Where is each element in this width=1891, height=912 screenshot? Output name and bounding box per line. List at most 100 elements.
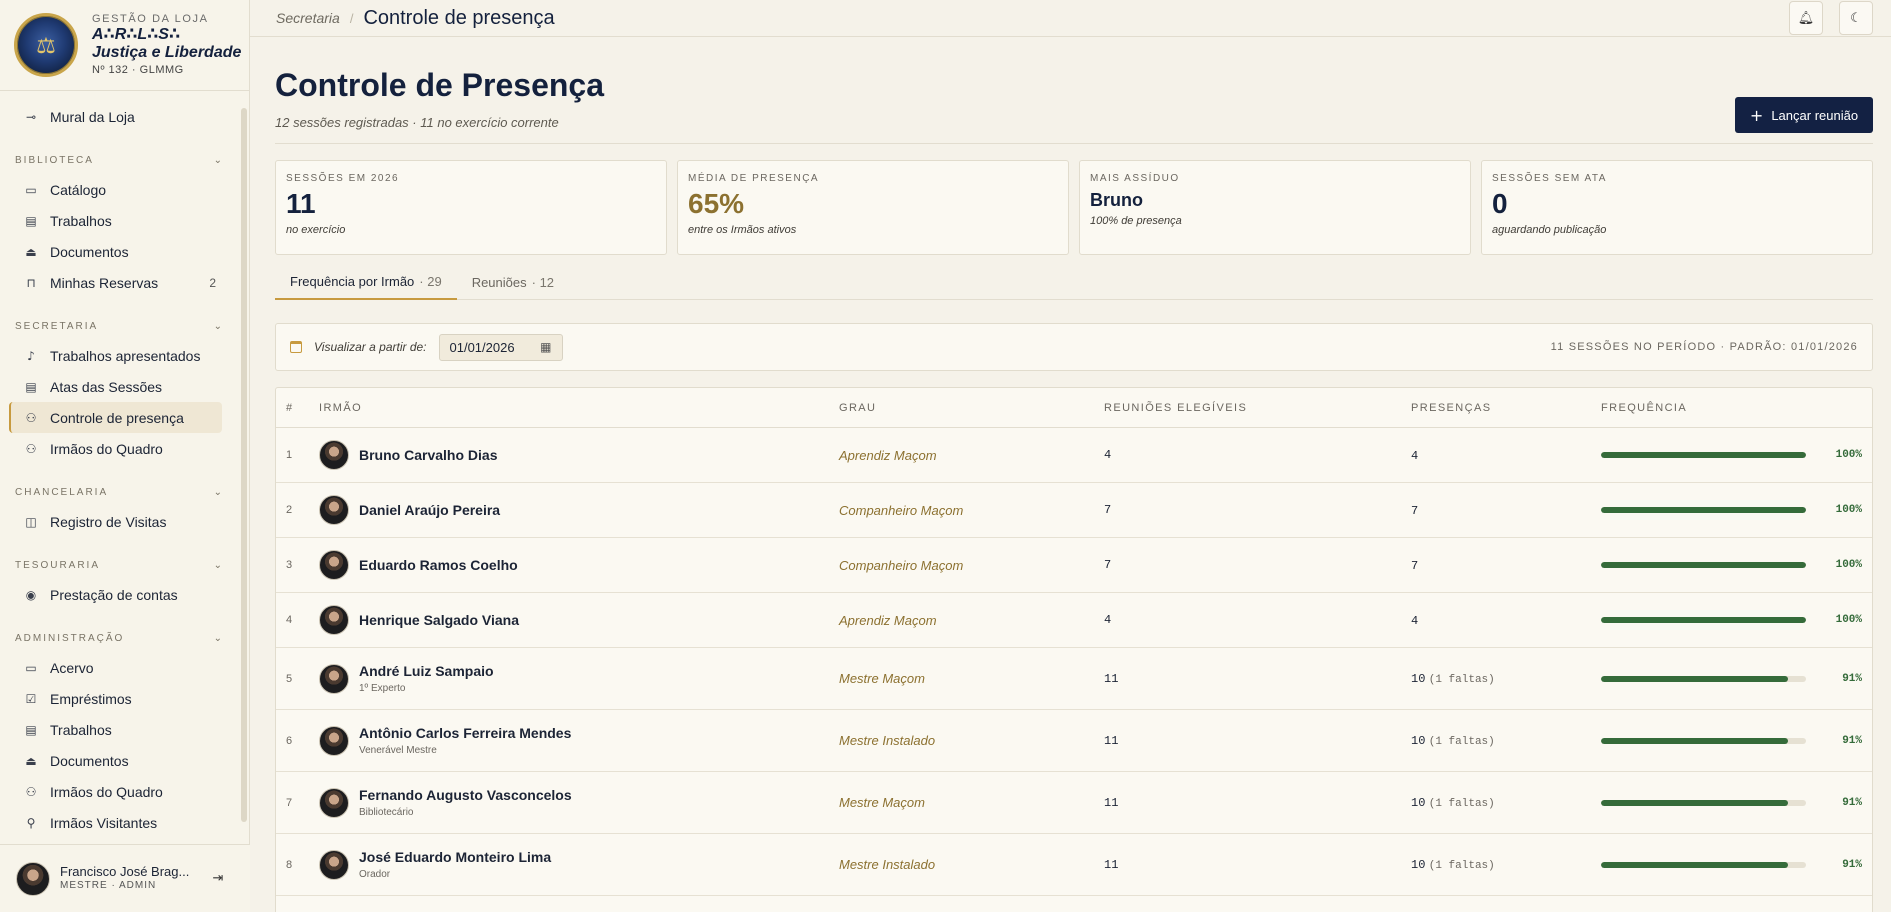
lancar-reuniao-button[interactable]: + Lançar reunião: [1735, 97, 1873, 133]
table-row[interactable]: 2 Daniel Araújo Pereira Companheiro Maçom 7…: [276, 483, 1872, 538]
irmao-name[interactable]: André Luiz Sampaio: [359, 663, 494, 679]
brand[interactable]: GESTÃO DA LOJA A∴R∴L∴S∴ Justiça e Liberd…: [0, 0, 249, 91]
sidebar-item-atas[interactable]: ▤ Atas das Sessões: [9, 371, 222, 402]
chevron-down-icon: ⌄: [213, 154, 222, 166]
file-icon: ▤: [25, 379, 37, 394]
breadcrumb-parent[interactable]: Secretaria: [276, 10, 340, 26]
header-presencas[interactable]: PRESENÇAS: [1411, 402, 1601, 414]
header-reunioes[interactable]: REUNIÕES ELEGÍVEIS: [1104, 402, 1411, 414]
sidebar-item-documentos[interactable]: ⏏ Documentos: [9, 236, 222, 267]
section-title: TESOURARIA: [15, 559, 101, 571]
sidebar-item-acervo[interactable]: ▭ Acervo: [9, 652, 222, 683]
header-number: #: [286, 401, 294, 414]
sidebar-item-controle-presenca[interactable]: ⚇ Controle de presença: [9, 402, 222, 433]
sidebar-item-prestacao-contas[interactable]: ◉ Prestação de contas: [9, 579, 222, 610]
table-row[interactable]: 1 Bruno Carvalho Dias Aprendiz Maçom 4 4 100…: [276, 428, 1872, 483]
sidebar-item-label: Trabalhos: [50, 721, 112, 738]
table-row[interactable]: 5 André Luiz Sampaio 1º Experto Mestre Maço…: [276, 648, 1872, 710]
sidebar-item-irmaos-quadro[interactable]: ⚇ Irmãos do Quadro: [9, 433, 222, 464]
sidebar-item-mural[interactable]: ⊸ Mural da Loja: [9, 101, 222, 132]
irmao-role: Venerável Mestre: [359, 745, 437, 756]
section-chancelaria[interactable]: CHANCELARIA ⌄: [15, 482, 222, 502]
table-header: # IRMÃO GRAU REUNIÕES ELEGÍVEIS PRESENÇA…: [276, 388, 1872, 428]
irmao-name[interactable]: Fernando Augusto Vasconcelos: [359, 787, 572, 803]
sidebar-item-trabalhos-apresentados[interactable]: ♪ Trabalhos apresentados: [9, 340, 222, 371]
table-row[interactable]: 7 Fernando Augusto Vasconcelos Bibliotecár…: [276, 772, 1872, 834]
avatar: [16, 861, 50, 896]
sidebar-item-emprestimos[interactable]: ☑ Empréstimos: [9, 683, 222, 714]
presence-count: 10: [1411, 672, 1426, 686]
sidebar-item-admin-documentos[interactable]: ⏏ Documentos: [9, 745, 222, 776]
frequency-bar-fill: [1601, 617, 1806, 623]
brand-sub: Nº 132 · GLMMG: [92, 64, 184, 77]
irmao-name[interactable]: Eduardo Ramos Coelho: [359, 557, 518, 573]
header-irmao[interactable]: IRMÃO: [319, 402, 839, 414]
irmao-role: Orador: [359, 869, 391, 880]
stat-value: 0: [1492, 188, 1508, 219]
tab-reunioes[interactable]: Reuniões · 12: [457, 265, 569, 300]
presence-count: 10: [1411, 858, 1426, 872]
users-icon: ⚇: [25, 441, 37, 456]
sidebar-item-admin-trabalhos[interactable]: ▤ Trabalhos: [9, 714, 222, 745]
user-profile[interactable]: Francisco José Brag... MESTRE · ADMIN ⇥: [0, 844, 250, 912]
frequency-cell: 91%: [1601, 859, 1872, 871]
sidebar-item-minhas-reservas[interactable]: ⊓ Minhas Reservas 2: [9, 267, 222, 298]
irmao-name[interactable]: Bruno Carvalho Dias: [359, 447, 497, 463]
header-frequencia[interactable]: FREQUÊNCIA: [1601, 402, 1872, 414]
section-administracao[interactable]: ADMINISTRAÇÃO ⌄: [15, 628, 222, 648]
start-date-input[interactable]: 01/01/2026 ▦: [438, 333, 563, 361]
irmao-cell: Henrique Salgado Viana: [319, 605, 839, 635]
header-grau[interactable]: GRAU: [839, 402, 1104, 414]
calendar-picker-icon[interactable]: ▦: [540, 340, 551, 354]
notifications-button[interactable]: 🔔︎: [1789, 1, 1823, 35]
sidebar-item-label: Prestação de contas: [50, 586, 178, 603]
brand-name-line2: Justiça e Liberdade: [92, 44, 242, 61]
logout-icon[interactable]: ⇥: [208, 871, 228, 886]
row-number: 1: [286, 449, 293, 461]
grau-cell: Mestre Instalado: [839, 733, 936, 748]
moon-icon: ☾: [1850, 10, 1862, 26]
irmao-name[interactable]: José Eduardo Monteiro Lima: [359, 849, 551, 865]
frequency-cell: 91%: [1601, 797, 1872, 809]
presence-cell: 10 (1 faltas): [1411, 733, 1601, 748]
table-row[interactable]: 6 Antônio Carlos Ferreira Mendes Venerável…: [276, 710, 1872, 772]
frequency-bar-fill: [1601, 861, 1788, 868]
absence-count: (1 faltas): [1428, 798, 1495, 810]
sidebar-item-registro-visitas[interactable]: ◫ Registro de Visitas: [9, 506, 222, 537]
frequency-bar: [1601, 617, 1806, 623]
frequency-percent: 91%: [1842, 796, 1862, 809]
irmao-name[interactable]: Henrique Salgado Viana: [359, 612, 519, 628]
section-biblioteca[interactable]: BIBLIOTECA ⌄: [15, 150, 222, 170]
tab-label: Frequência por Irmão: [290, 274, 415, 289]
grau-cell: Mestre Maçom: [839, 671, 925, 686]
presence-count: 4: [1411, 613, 1419, 628]
table-row[interactable]: 3 Eduardo Ramos Coelho Companheiro Maçom 7 7…: [276, 538, 1872, 593]
section-secretaria[interactable]: SECRETARIA ⌄: [15, 316, 222, 336]
table-row[interactable]: 4 Henrique Salgado Viana Aprendiz Maçom 4 4 …: [276, 593, 1872, 648]
filter-label: Visualizar a partir de:: [314, 340, 427, 354]
irmao-name[interactable]: Daniel Araújo Pereira: [359, 502, 500, 518]
section-tesouraria[interactable]: TESOURARIA ⌄: [15, 555, 222, 575]
sidebar-scrollbar[interactable]: [241, 108, 247, 822]
check-file-icon: ☑: [25, 691, 37, 706]
presence-count: 4: [1411, 448, 1419, 463]
sidebar-item-label: Irmãos Visitantes: [50, 814, 158, 831]
frequency-cell: 91%: [1601, 673, 1872, 685]
sidebar-item-trabalhos[interactable]: ▤ Trabalhos: [9, 205, 222, 236]
frequency-bar: [1601, 562, 1806, 568]
irmao-name[interactable]: Antônio Carlos Ferreira Mendes: [359, 725, 571, 741]
theme-toggle-button[interactable]: ☾: [1839, 1, 1873, 35]
sidebar-item-admin-irmaos-quadro[interactable]: ⚇ Irmãos do Quadro: [9, 776, 222, 807]
eligible-cell: 7: [1104, 558, 1112, 572]
sidebar-item-irmaos-visitantes[interactable]: ⚲ Irmãos Visitantes: [9, 807, 222, 838]
absence-count: (1 faltas): [1428, 674, 1495, 686]
sidebar-item-catalogo[interactable]: ▭ Catálogo: [9, 174, 222, 205]
frequency-cell: 100%: [1601, 559, 1872, 571]
brand-name-line1: A∴R∴L∴S∴: [92, 25, 181, 43]
tab-frequencia[interactable]: Frequência por Irmão · 29: [275, 265, 457, 300]
table-row[interactable]: 8 José Eduardo Monteiro Lima Orador Mestre …: [276, 834, 1872, 896]
absence-count: (1 faltas): [1428, 736, 1495, 748]
calendar-icon: [290, 341, 302, 353]
row-number: 5: [286, 672, 293, 685]
eligible-cell: 11: [1104, 795, 1119, 810]
